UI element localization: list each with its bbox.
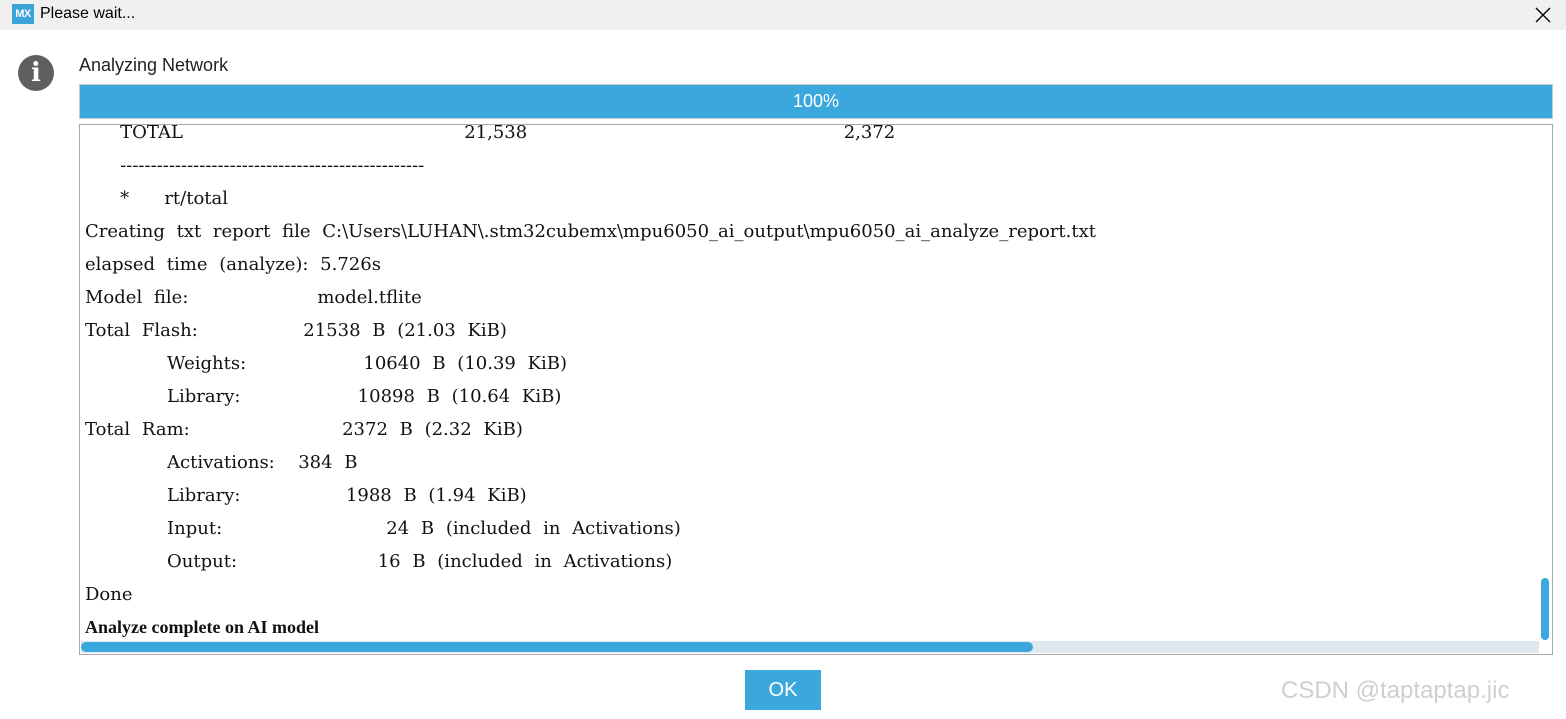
window-title: Please wait...: [40, 5, 136, 22]
vertical-scroll-thumb[interactable]: [1541, 578, 1549, 640]
log-line: Total Flash: 21538 B (21.03 KiB): [85, 320, 507, 341]
log-line: Library: 1988 B (1.94 KiB): [85, 485, 527, 506]
log-line: Creating txt report file C:\Users\LUHAN\…: [85, 221, 1097, 242]
log-line: elapsed time (analyze): 5.726s: [85, 254, 381, 275]
log-line: ----------------------------------------…: [85, 155, 425, 176]
log-line: Activations: 384 B: [85, 452, 358, 473]
dialog-heading: Analyzing Network: [79, 55, 229, 75]
log-line: Output: 16 B (included in Activations): [85, 551, 673, 572]
app-logo-icon: MX: [12, 4, 34, 24]
log-line: Weights: 10640 B (10.39 KiB): [85, 353, 568, 374]
log-line: Analyze complete on AI model: [85, 617, 319, 637]
log-output-area[interactable]: TOTAL 21,538 2,372 ---------------------…: [79, 124, 1553, 655]
horizontal-scroll-thumb[interactable]: [81, 642, 1033, 652]
close-button[interactable]: [1520, 0, 1566, 30]
vertical-scrollbar[interactable]: [1539, 125, 1551, 642]
info-icon: i: [18, 55, 54, 91]
log-line: Model file: model.tflite: [85, 287, 422, 308]
ok-button[interactable]: OK: [745, 670, 821, 710]
log-line: TOTAL 21,538 2,372: [85, 124, 896, 143]
title-bar: MX Please wait...: [0, 0, 1566, 30]
log-content: TOTAL 21,538 2,372 ---------------------…: [85, 124, 1097, 644]
watermark: CSDN @taptaptap.jic: [1281, 677, 1510, 704]
progress-bar: 100%: [79, 84, 1553, 119]
log-line: Library: 10898 B (10.64 KiB): [85, 386, 562, 407]
log-line: Total Ram: 2372 B (2.32 KiB): [85, 419, 523, 440]
log-line: * rt/total: [85, 188, 229, 209]
progress-label: 100%: [792, 91, 840, 111]
log-line: Input: 24 B (included in Activations): [85, 518, 681, 539]
log-line: Done: [85, 584, 133, 605]
close-icon: [1535, 7, 1551, 23]
horizontal-scrollbar[interactable]: [81, 641, 1539, 653]
